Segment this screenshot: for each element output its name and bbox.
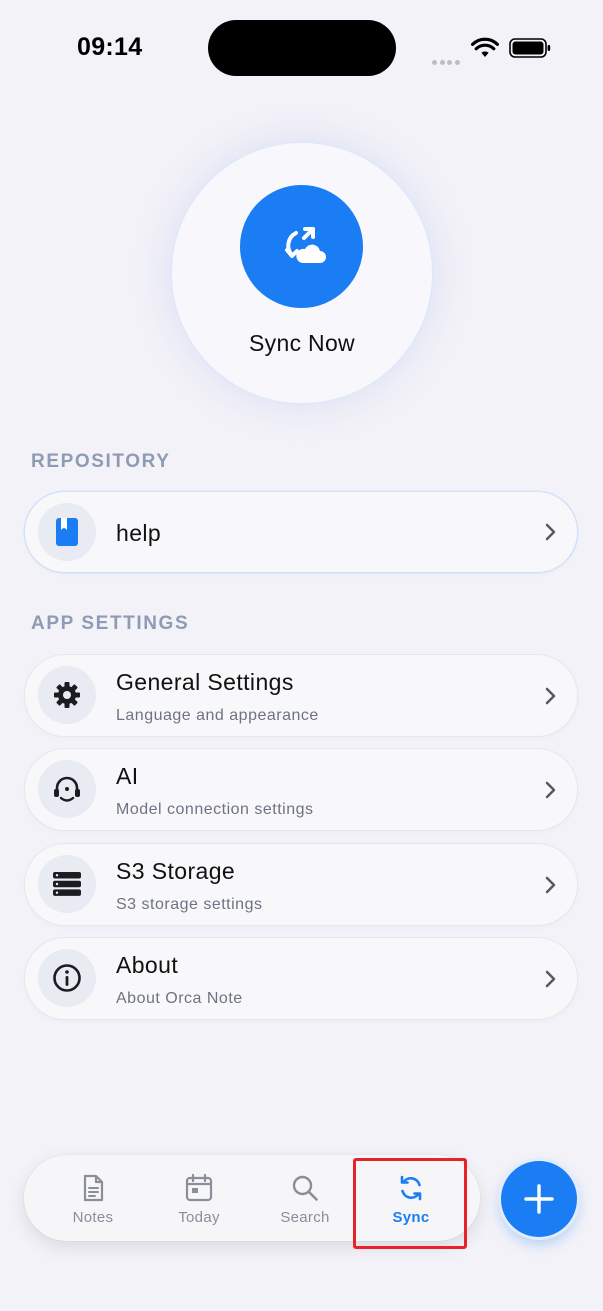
- plus-icon: [524, 1184, 554, 1214]
- calendar-icon: [185, 1173, 213, 1202]
- tab-today[interactable]: Today: [146, 1155, 252, 1241]
- search-icon: [292, 1175, 318, 1201]
- status-time: 09:14: [77, 33, 143, 61]
- section-title-repository: REPOSITORY: [31, 451, 171, 472]
- settings-row-s3-storage[interactable]: S3 Storage S3 storage settings: [25, 844, 577, 925]
- dynamic-island: [208, 20, 396, 76]
- settings-row-general[interactable]: General Settings Language and appearance: [25, 655, 577, 736]
- add-note-button[interactable]: [501, 1161, 577, 1237]
- section-title-app-settings: APP SETTINGS: [31, 613, 190, 634]
- settings-icon-wrap: [38, 760, 96, 818]
- chevron-right-icon: [545, 687, 556, 705]
- settings-row-subtitle: About Orca Note: [116, 990, 243, 1007]
- sync-now-card[interactable]: Sync Now: [172, 143, 432, 403]
- info-icon: [53, 964, 81, 992]
- tab-label: Notes: [72, 1209, 114, 1226]
- tab-label: Today: [178, 1209, 220, 1226]
- sync-now-button[interactable]: [240, 185, 363, 308]
- status-bar: 09:14: [0, 0, 603, 96]
- settings-row-subtitle: Language and appearance: [116, 707, 319, 724]
- settings-row-subtitle: Model connection settings: [116, 801, 314, 818]
- chevron-right-icon: [545, 781, 556, 799]
- settings-row-subtitle: S3 storage settings: [116, 896, 263, 913]
- repository-name: help: [116, 520, 162, 546]
- settings-row-about[interactable]: About About Orca Note: [25, 938, 577, 1019]
- tab-label: Search: [280, 1209, 330, 1226]
- ai-headset-icon: [54, 776, 80, 802]
- tab-search[interactable]: Search: [252, 1155, 358, 1241]
- sync-now-label: Sync Now: [249, 330, 355, 356]
- chevron-right-icon: [545, 970, 556, 988]
- chevron-right-icon: [545, 523, 556, 541]
- tab-notes[interactable]: Notes: [40, 1155, 146, 1241]
- sync-cloud-icon: [284, 226, 326, 263]
- cellular-signal-icon: [432, 52, 462, 65]
- settings-icon-wrap: [38, 949, 96, 1007]
- chevron-right-icon: [545, 876, 556, 894]
- book-icon: [56, 518, 78, 546]
- settings-row-ai[interactable]: AI Model connection settings: [25, 749, 577, 830]
- settings-row-title: About: [116, 952, 179, 978]
- settings-icon-wrap: [38, 666, 96, 724]
- battery-icon: [509, 38, 551, 58]
- gear-icon: [54, 682, 80, 708]
- repository-icon-wrap: [38, 503, 96, 561]
- wifi-icon: [471, 37, 499, 57]
- settings-row-title: AI: [116, 763, 139, 789]
- highlight-box: [353, 1158, 467, 1249]
- repository-row-help[interactable]: help: [25, 492, 577, 572]
- settings-row-title: S3 Storage: [116, 858, 236, 884]
- settings-row-title: General Settings: [116, 669, 294, 695]
- storage-icon: [53, 872, 81, 896]
- settings-icon-wrap: [38, 855, 96, 913]
- notes-icon: [83, 1174, 104, 1202]
